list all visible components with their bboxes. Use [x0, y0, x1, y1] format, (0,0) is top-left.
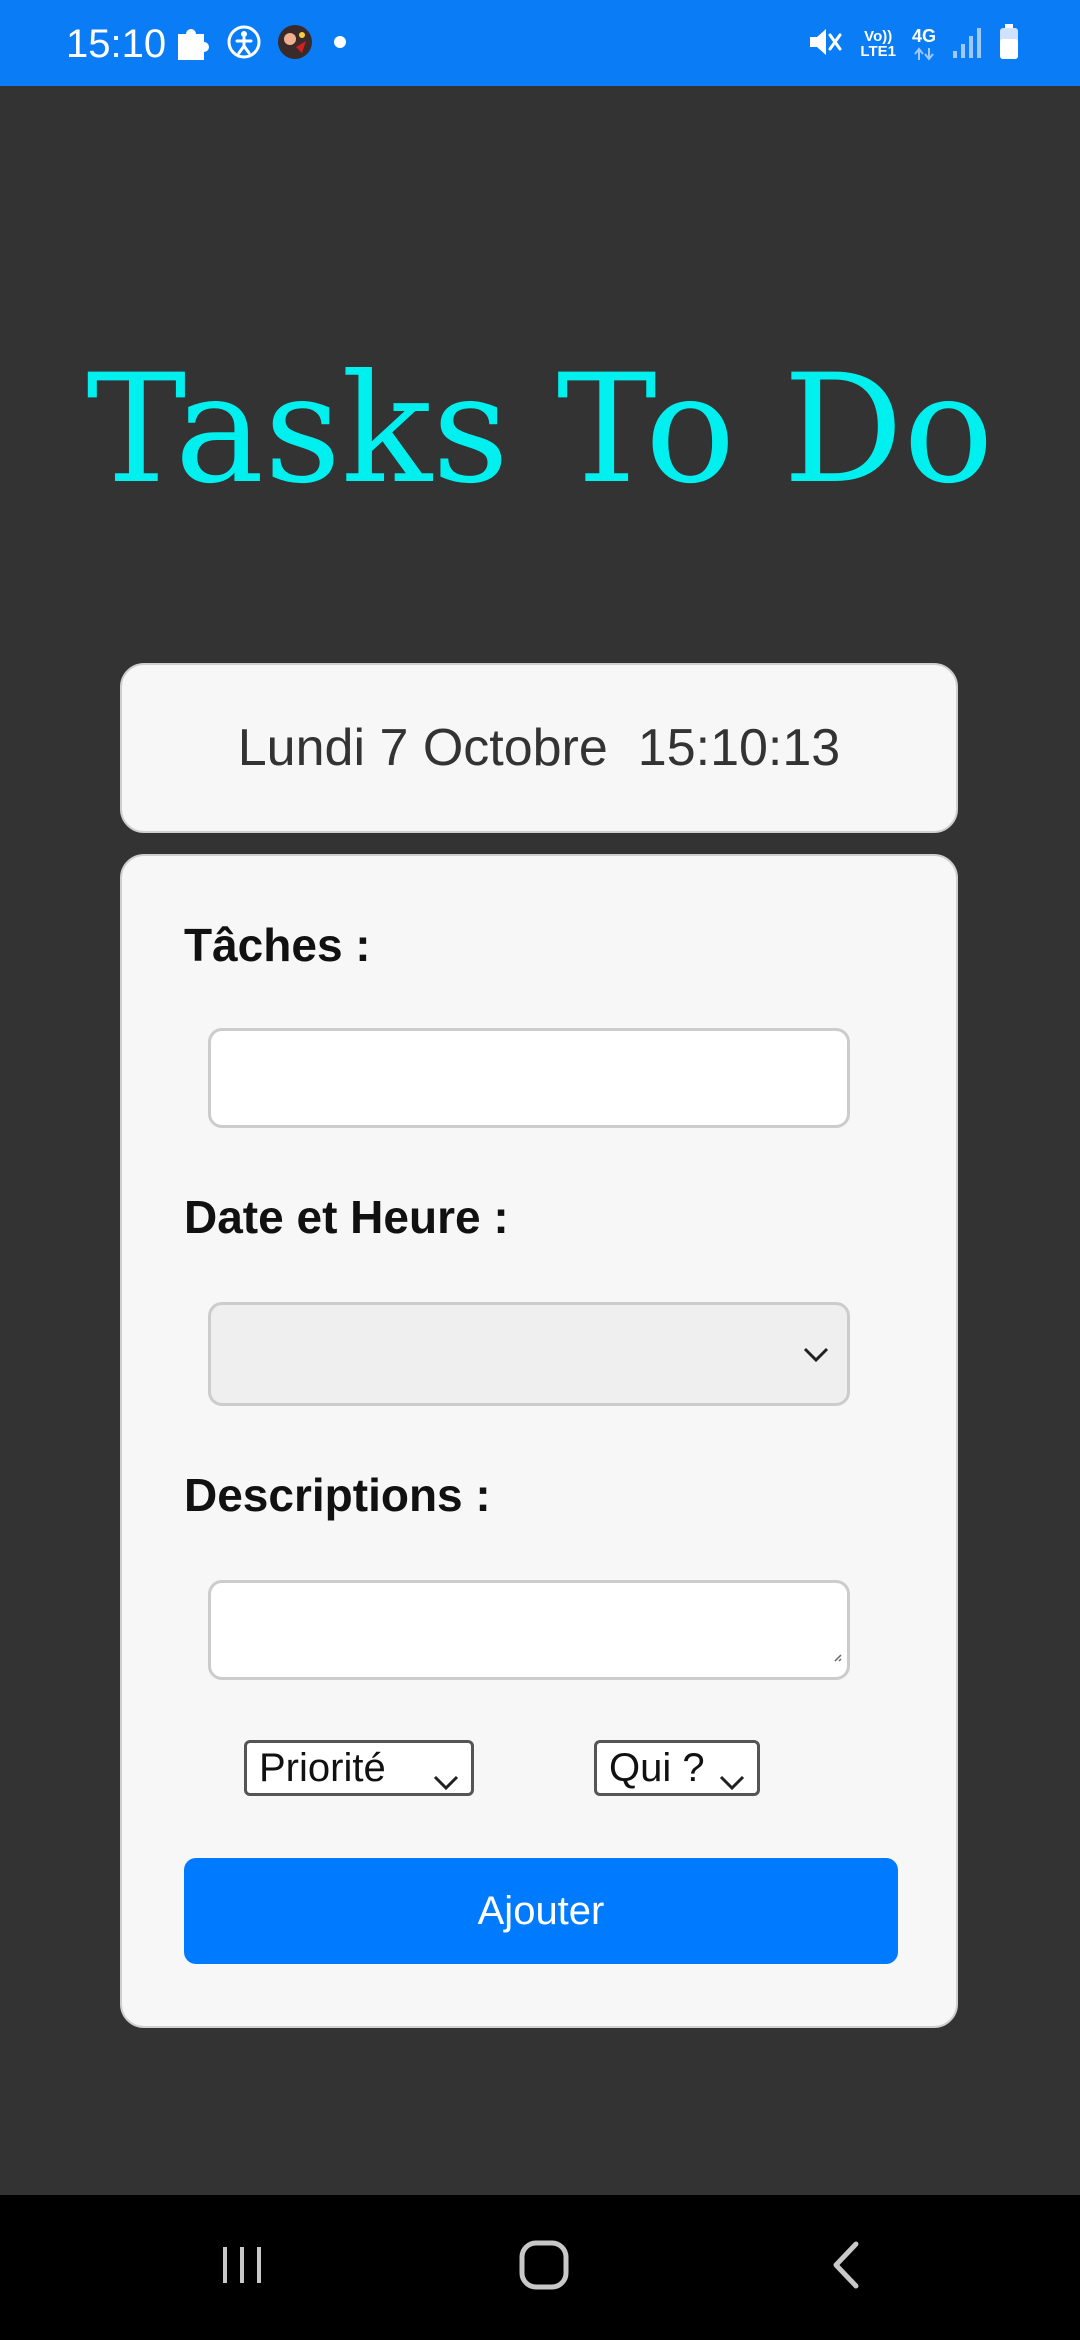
resize-grip-icon[interactable]	[831, 1628, 843, 1673]
back-button[interactable]	[776, 2195, 916, 2340]
navigation-bar	[0, 2195, 1080, 2340]
volte-indicator: Vo)) LTE1	[860, 29, 896, 59]
network-type-indicator: 4G	[912, 26, 936, 62]
clock-card: Lundi 7 Octobre 15:10:13	[120, 663, 958, 833]
chevron-down-icon	[717, 1757, 747, 1807]
lte-label: LTE1	[860, 43, 896, 60]
chevron-down-icon	[799, 1339, 833, 1374]
status-right-icons: Vo)) LTE1 4G	[806, 20, 1020, 68]
accessibility-icon	[226, 24, 262, 65]
battery-icon	[998, 23, 1020, 66]
priority-select[interactable]: Priorité	[244, 1740, 474, 1796]
recent-apps-button[interactable]	[172, 2195, 312, 2340]
who-select[interactable]: Qui ?	[594, 1740, 760, 1796]
task-form: Tâches : Date et Heure : Descriptions : …	[120, 854, 958, 2028]
avatar-icon	[276, 23, 314, 66]
data-arrows-icon	[914, 47, 934, 61]
datetime-select[interactable]	[208, 1302, 850, 1406]
description-textarea[interactable]	[208, 1580, 850, 1680]
mute-icon	[806, 23, 844, 66]
recent-apps-icon	[217, 2240, 267, 2295]
description-label: Descriptions :	[184, 1469, 491, 1521]
home-icon	[516, 2237, 572, 2298]
status-time: 15:10	[66, 22, 167, 66]
datetime-label: Date et Heure :	[184, 1191, 509, 1243]
status-bar: 15:10 Vo)) LTE1 4G	[0, 0, 1080, 86]
network-type-label: 4G	[911, 26, 936, 46]
app-title: Tasks To Do	[86, 343, 994, 517]
puzzle-icon	[172, 22, 212, 67]
status-left-icons	[172, 20, 352, 68]
task-label: Tâches :	[184, 919, 371, 971]
back-icon	[824, 2238, 868, 2297]
current-time: 15:10:13	[637, 719, 841, 777]
chevron-down-icon	[431, 1757, 461, 1807]
dot-icon	[328, 30, 352, 59]
volte-label: Vo))	[864, 28, 893, 45]
add-task-button[interactable]: Ajouter	[184, 1858, 898, 1964]
signal-icon	[952, 25, 982, 64]
who-select-value: Qui ?	[609, 1746, 705, 1790]
priority-select-value: Priorité	[259, 1746, 386, 1790]
current-date: Lundi 7 Octobre	[237, 719, 608, 777]
home-button[interactable]	[474, 2195, 614, 2340]
task-input[interactable]	[208, 1028, 850, 1128]
